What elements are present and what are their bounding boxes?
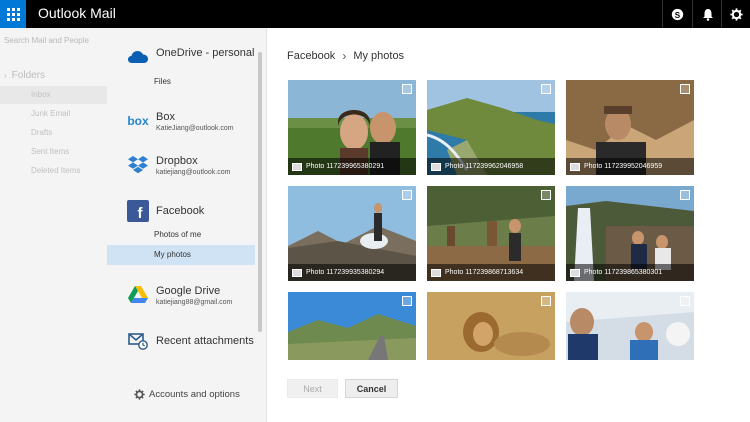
photo-tile[interactable]: Photo 117239965380291: [288, 80, 416, 175]
breadcrumb: Facebook › My photos: [287, 49, 404, 63]
photo-caption-bar: Photo 117239962046958: [427, 158, 555, 175]
nav-onedrive-label: OneDrive - personal: [156, 47, 255, 59]
photo-caption: Photo 117239965380291: [306, 163, 385, 170]
gear-icon: [134, 389, 145, 400]
attachment-source-nav: OneDrive - personal Files box Box KatieJ…: [107, 28, 267, 422]
photo-checkbox[interactable]: [541, 296, 551, 306]
photo-caption: Photo 117239952046959: [584, 163, 663, 170]
accounts-and-options-label: Accounts and options: [149, 389, 240, 400]
facebook-icon: f: [127, 200, 149, 222]
settings-button[interactable]: [721, 0, 750, 28]
mail-folder-pane: Search Mail and People › Folders Inbox Ju…: [0, 28, 107, 422]
folder-drafts[interactable]: Drafts: [0, 124, 107, 142]
nav-facebook[interactable]: f Facebook: [127, 200, 204, 222]
top-bar: Outlook Mail S: [0, 0, 750, 28]
nav-box-label: Box: [156, 111, 175, 123]
photo-tile[interactable]: [566, 292, 694, 360]
google-drive-icon: [127, 284, 149, 306]
nav-box[interactable]: box Box KatieJiang@outlook.com: [127, 110, 234, 134]
nav-dropbox-label: Dropbox: [156, 155, 198, 167]
image-icon: [570, 268, 580, 277]
photo-tile[interactable]: Photo 117239952046959: [566, 80, 694, 175]
dropbox-icon: [127, 154, 149, 176]
photo-checkbox[interactable]: [402, 84, 412, 94]
nav-dropbox-account: katiejiang@outlook.com: [156, 169, 231, 176]
bell-icon: [702, 8, 713, 21]
nav-facebook-label: Facebook: [156, 205, 205, 217]
app-title: Outlook Mail: [38, 5, 116, 21]
photo-caption-bar: Photo 117239952046959: [566, 158, 694, 175]
onedrive-icon: [127, 46, 149, 68]
photo-checkbox[interactable]: [680, 84, 690, 94]
image-icon: [431, 268, 441, 277]
app-launcher-button[interactable]: [0, 0, 26, 28]
photo-thumbnail: [288, 292, 416, 360]
notifications-button[interactable]: [692, 0, 722, 28]
photo-checkbox[interactable]: [541, 190, 551, 200]
image-icon: [292, 162, 302, 171]
nav-photos-of-me[interactable]: Photos of me: [107, 225, 255, 245]
photo-caption-bar: Photo 117239868713634: [427, 264, 555, 281]
photo-caption-bar: Photo 117239865380301: [566, 264, 694, 281]
chevron-down-icon: ›: [4, 71, 7, 80]
photo-tile[interactable]: Photo 117239962046958: [427, 80, 555, 175]
photo-checkbox[interactable]: [541, 84, 551, 94]
photo-checkbox[interactable]: [402, 190, 412, 200]
recent-attachments-icon: [127, 330, 149, 352]
photo-caption-bar: Photo 117239935380294: [288, 264, 416, 281]
photo-tile[interactable]: Photo 117239865380301: [566, 186, 694, 281]
photo-caption-bar: Photo 117239965380291: [288, 158, 416, 175]
nav-dropbox[interactable]: Dropbox katiejiang@outlook.com: [127, 154, 230, 178]
photo-tile[interactable]: [288, 292, 416, 360]
photo-tile[interactable]: Photo 117239935380294: [288, 186, 416, 281]
nav-my-photos[interactable]: My photos: [107, 245, 255, 265]
folders-heading: › Folders: [4, 70, 46, 81]
nav-recent-attachments[interactable]: Recent attachments: [127, 330, 254, 352]
nav-recent-attachments-label: Recent attachments: [156, 335, 254, 347]
photo-tile[interactable]: [427, 292, 555, 360]
photo-caption: Photo 117239868713634: [445, 269, 524, 276]
folder-junk-email[interactable]: Junk Email: [0, 105, 107, 123]
chevron-right-icon: ›: [342, 49, 347, 63]
folder-deleted-items[interactable]: Deleted Items: [0, 162, 107, 180]
photo-caption: Photo 117239865380301: [584, 269, 663, 276]
cancel-button[interactable]: Cancel: [345, 379, 398, 398]
gear-icon: [729, 7, 743, 21]
next-button[interactable]: Next: [287, 379, 338, 398]
photo-caption: Photo 117239935380294: [306, 269, 385, 276]
image-icon: [431, 162, 441, 171]
photo-checkbox[interactable]: [402, 296, 412, 306]
photo-tile[interactable]: Photo 117239868713634: [427, 186, 555, 281]
photo-caption: Photo 117239962046958: [445, 163, 524, 170]
search-input[interactable]: Search Mail and People: [4, 36, 89, 45]
skype-icon: S: [671, 8, 684, 20]
folder-sent-items[interactable]: Sent Items: [0, 143, 107, 161]
nav-google-drive-label: Google Drive: [156, 285, 221, 297]
svg-text:S: S: [675, 10, 681, 19]
nav-box-account: KatieJiang@outlook.com: [156, 125, 234, 132]
folder-inbox[interactable]: Inbox: [0, 86, 107, 104]
photo-thumbnail: [566, 292, 694, 360]
breadcrumb-facebook[interactable]: Facebook: [287, 50, 335, 62]
nav-scrollbar[interactable]: [258, 52, 262, 332]
nav-onedrive[interactable]: OneDrive - personal: [127, 46, 254, 68]
breadcrumb-my-photos: My photos: [353, 50, 405, 62]
image-icon: [570, 162, 580, 171]
skype-button[interactable]: S: [662, 0, 692, 28]
app-launcher-icon: [6, 7, 20, 21]
photo-checkbox[interactable]: [680, 296, 690, 306]
accounts-and-options-link[interactable]: Accounts and options: [134, 389, 240, 400]
nav-onedrive-files[interactable]: Files: [107, 72, 255, 92]
photo-thumbnail: [427, 292, 555, 360]
nav-google-drive-account: katiejiang88@gmail.com: [156, 299, 233, 306]
box-logo-icon: box: [127, 114, 149, 128]
photo-checkbox[interactable]: [680, 190, 690, 200]
nav-google-drive[interactable]: Google Drive katiejiang88@gmail.com: [127, 284, 232, 308]
image-icon: [292, 268, 302, 277]
